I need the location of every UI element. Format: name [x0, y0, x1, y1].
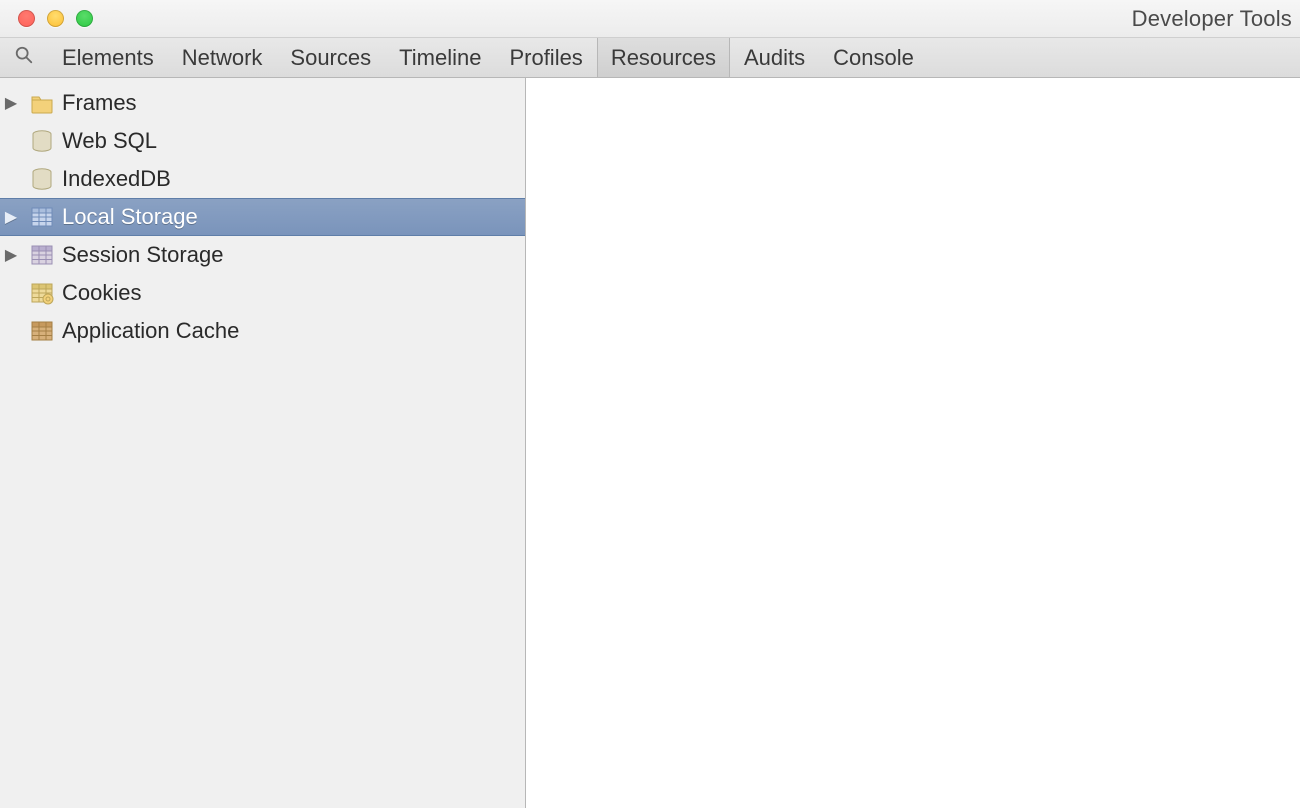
tree-item-label: Web SQL: [62, 128, 157, 154]
tree-item-indexeddb[interactable]: ▶ IndexedDB: [0, 160, 525, 198]
tree-item-label: Cookies: [62, 280, 141, 306]
tree-item-frames[interactable]: ▶ Frames: [0, 84, 525, 122]
search-icon: [14, 45, 34, 70]
close-window-button[interactable]: [18, 10, 35, 27]
tree-item-session-storage[interactable]: ▶ Session Storage: [0, 236, 525, 274]
inspect-search-button[interactable]: [0, 38, 48, 77]
tree-item-label: Frames: [62, 90, 137, 116]
resources-tree: ▶ Frames ▶ Web SQL ▶ IndexedDB ▶ Local S…: [0, 78, 525, 350]
resources-content-pane: [526, 78, 1300, 808]
table-icon: [30, 205, 54, 229]
tree-item-cookies[interactable]: ▶ Cookies: [0, 274, 525, 312]
minimize-window-button[interactable]: [47, 10, 64, 27]
tab-label: Elements: [62, 45, 154, 71]
tab-label: Sources: [290, 45, 371, 71]
tab-network[interactable]: Network: [168, 38, 277, 77]
tree-item-label: Application Cache: [62, 318, 239, 344]
database-icon: [30, 129, 54, 153]
tab-console[interactable]: Console: [819, 38, 928, 77]
table-icon: [30, 243, 54, 267]
disclosure-triangle-icon[interactable]: ▶: [0, 93, 22, 113]
tree-item-label: IndexedDB: [62, 166, 171, 192]
panel-tabbar: Elements Network Sources Timeline Profil…: [0, 38, 1300, 78]
tab-label: Timeline: [399, 45, 481, 71]
tree-item-application-cache[interactable]: ▶ Application Cache: [0, 312, 525, 350]
disclosure-triangle-icon[interactable]: ▶: [0, 245, 22, 265]
folder-icon: [30, 91, 54, 115]
tree-item-web-sql[interactable]: ▶ Web SQL: [0, 122, 525, 160]
tab-profiles[interactable]: Profiles: [495, 38, 596, 77]
cookies-icon: [30, 281, 54, 305]
tab-elements[interactable]: Elements: [48, 38, 168, 77]
window-controls: [0, 10, 93, 27]
tab-label: Profiles: [509, 45, 582, 71]
tab-sources[interactable]: Sources: [276, 38, 385, 77]
tab-label: Resources: [611, 45, 716, 71]
tree-item-label: Local Storage: [62, 204, 198, 230]
tab-timeline[interactable]: Timeline: [385, 38, 495, 77]
tree-item-local-storage[interactable]: ▶ Local Storage: [0, 198, 525, 236]
resources-sidebar: ▶ Frames ▶ Web SQL ▶ IndexedDB ▶ Local S…: [0, 78, 526, 808]
window-title: Developer Tools: [1132, 6, 1292, 32]
tab-label: Audits: [744, 45, 805, 71]
tab-audits[interactable]: Audits: [730, 38, 819, 77]
table-icon: [30, 319, 54, 343]
database-icon: [30, 167, 54, 191]
titlebar: Developer Tools: [0, 0, 1300, 38]
tab-label: Console: [833, 45, 914, 71]
tab-resources[interactable]: Resources: [597, 38, 730, 77]
tree-item-label: Session Storage: [62, 242, 223, 268]
zoom-window-button[interactable]: [76, 10, 93, 27]
tab-label: Network: [182, 45, 263, 71]
disclosure-triangle-icon[interactable]: ▶: [0, 207, 22, 227]
